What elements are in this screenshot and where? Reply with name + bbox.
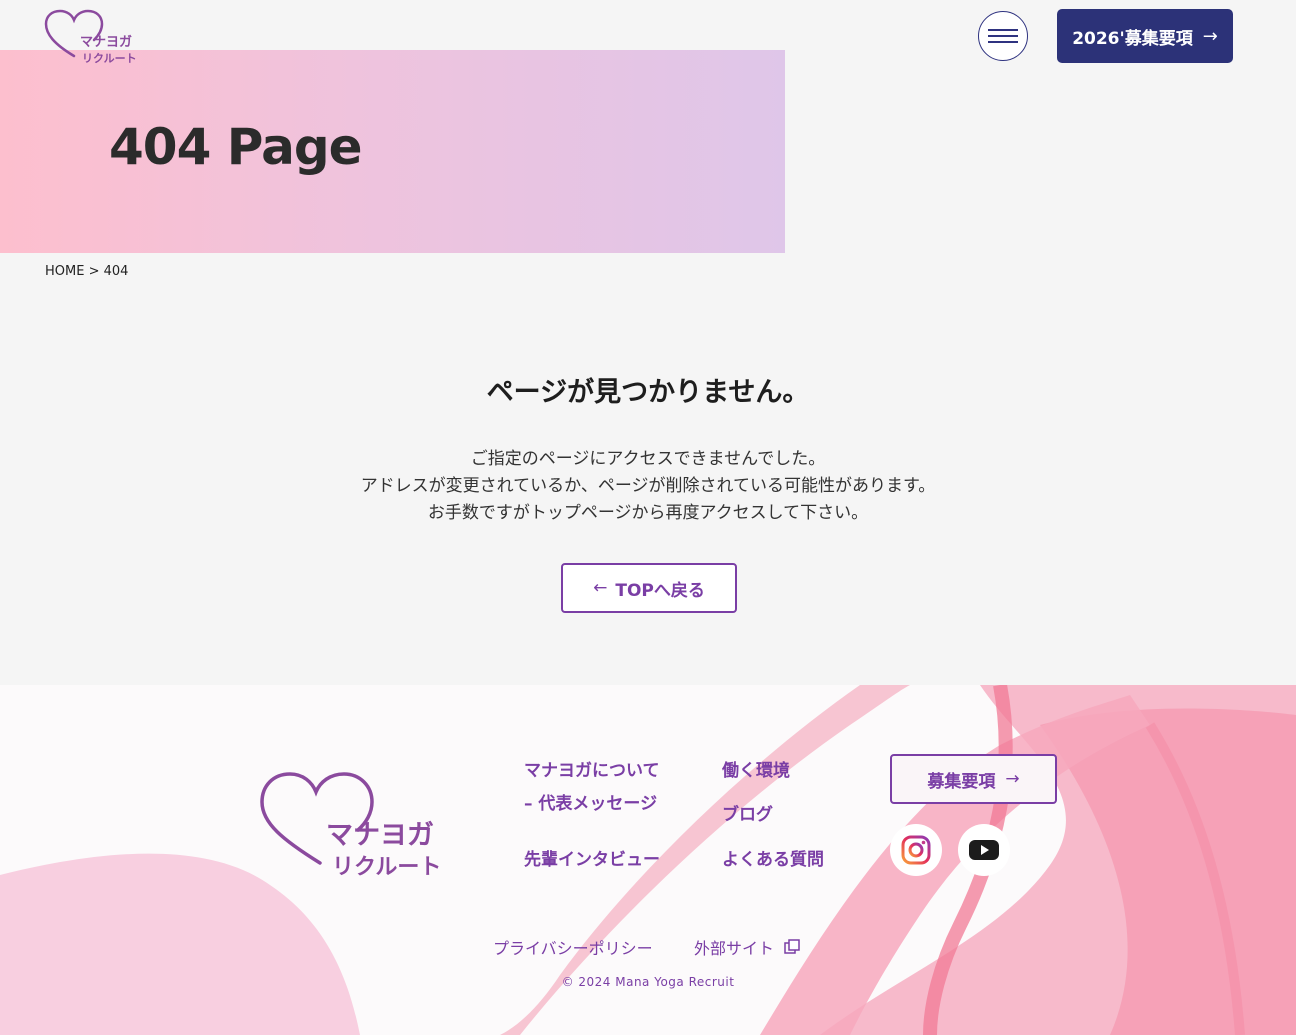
privacy-policy-link[interactable]: プライバシーポリシー <box>493 935 653 959</box>
hamburger-icon <box>988 29 1018 31</box>
message-line-2: アドレスが変更されているか、ページが削除されている可能性があります。 <box>360 476 936 496</box>
youtube-link[interactable] <box>958 824 1010 876</box>
back-to-top-button[interactable]: ← TOPへ戻る <box>561 563 737 613</box>
arrow-right-icon: → <box>1005 769 1020 789</box>
heart-logo-icon: マナヨガ リクルート <box>260 772 441 880</box>
external-site-link[interactable]: 外部サイト <box>694 935 800 959</box>
arrow-right-icon: → <box>1202 25 1218 47</box>
footer-nav-blog[interactable]: ブログ <box>722 800 773 825</box>
back-to-top-label: TOPへ戻る <box>615 580 705 601</box>
footer-nav-environment[interactable]: 働く環境 <box>722 756 790 781</box>
breadcrumb-home[interactable]: HOME <box>45 264 84 279</box>
footer-recruit-button[interactable]: 募集要項 → <box>890 754 1057 804</box>
hamburger-menu-button[interactable] <box>978 11 1028 61</box>
header-logo[interactable]: マナヨガ リクルート <box>44 8 154 68</box>
logo-text-1: マナヨガ <box>80 35 132 50</box>
hamburger-icon-line <box>988 35 1018 37</box>
footer-nav-interview[interactable]: 先輩インタビュー <box>524 845 660 870</box>
arrow-left-icon: ← <box>593 578 608 598</box>
message-line-3: お手数ですがトップページから再度アクセスして下さい。 <box>427 503 869 523</box>
heart-logo-icon: マナヨガ リクルート <box>44 9 137 65</box>
breadcrumb-separator: > <box>88 264 100 279</box>
recruit-guide-label: 2026'募集要項 <box>1072 28 1193 49</box>
footer-nav-message[interactable]: – 代表メッセージ <box>524 789 657 814</box>
page-title: 404 Page <box>109 118 363 176</box>
external-site-label: 外部サイト <box>694 939 775 958</box>
footer-nav-faq[interactable]: よくある質問 <box>722 845 824 870</box>
instagram-link[interactable] <box>890 824 942 876</box>
footer-logo-text-2: リクルート <box>332 855 441 880</box>
instagram-icon <box>901 835 931 865</box>
external-link-icon <box>784 939 800 954</box>
not-found-message: ご指定のページにアクセスできませんでした。 アドレスが変更されているか、ページが… <box>0 446 1296 527</box>
recruit-guide-button[interactable]: 2026'募集要項 → <box>1057 9 1233 63</box>
breadcrumb-current: 404 <box>103 264 129 279</box>
hamburger-icon-line <box>988 41 1018 43</box>
breadcrumb: HOME > 404 <box>45 264 128 279</box>
footer-nav-about[interactable]: マナヨガについて <box>524 756 660 781</box>
logo-text-2: リクルート <box>82 52 137 65</box>
copyright: © 2024 Mana Yoga Recruit <box>561 975 735 989</box>
message-line-1: ご指定のページにアクセスできませんでした。 <box>470 449 826 469</box>
youtube-icon <box>969 840 999 860</box>
footer-logo[interactable]: マナヨガ リクルート <box>258 768 458 883</box>
not-found-heading: ページが見つかりません。 <box>486 377 810 408</box>
footer-logo-text-1: マナヨガ <box>326 820 434 851</box>
footer-recruit-label: 募集要項 <box>927 771 996 792</box>
